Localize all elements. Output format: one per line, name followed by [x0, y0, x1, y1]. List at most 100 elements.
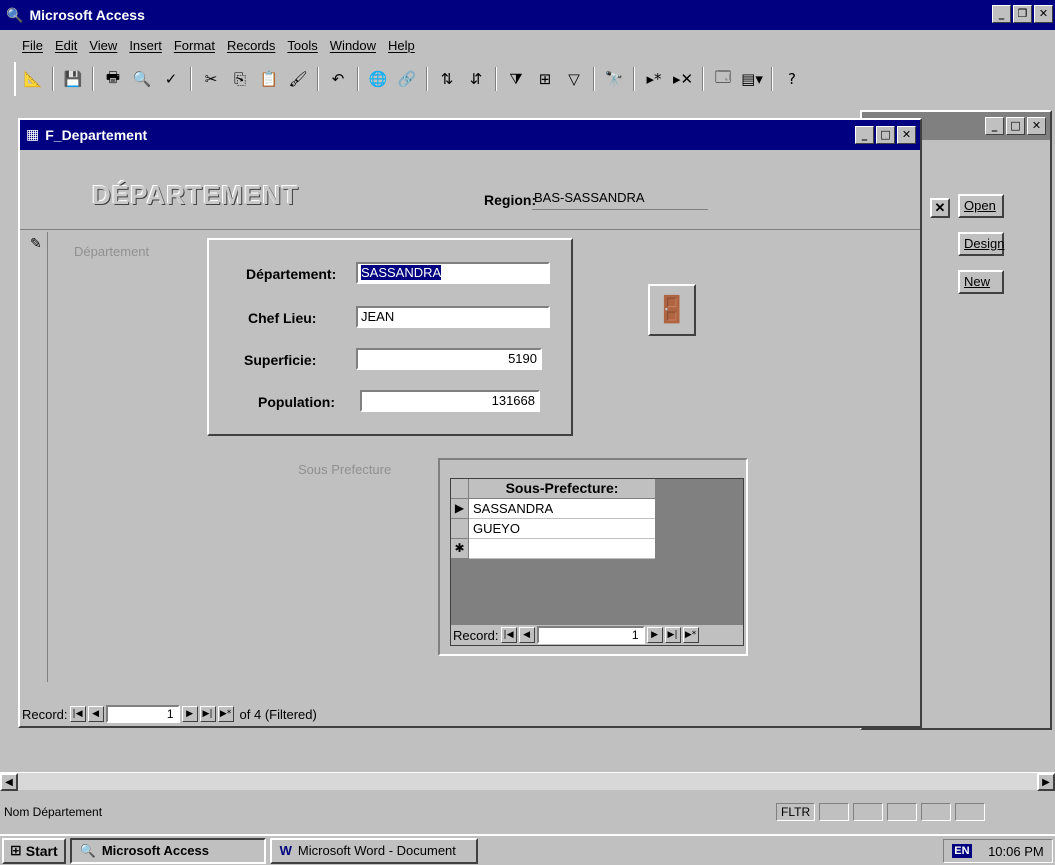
form-titlebar: ▦ F_Departement — [20, 120, 920, 150]
db-close-button[interactable]: ✕ — [1027, 117, 1046, 135]
access-key-icon: 🔍 — [79, 842, 96, 858]
form-record-number[interactable]: 1 — [105, 705, 180, 723]
scroll-right-icon[interactable]: ▶ — [1037, 773, 1055, 791]
superficie-field[interactable]: 5190 — [356, 348, 542, 370]
apply-filter-icon[interactable]: ▽ — [561, 66, 587, 92]
form-header: DÉPARTEMENT Region: BAS-SASSANDRA — [20, 152, 920, 230]
table-row[interactable]: ✱ — [451, 539, 655, 559]
close-button[interactable]: ✕ — [1034, 5, 1053, 23]
new-record-icon[interactable]: ▸* — [641, 66, 667, 92]
table-cell[interactable]: SASSANDRA — [469, 499, 655, 519]
next-record-icon[interactable]: ▶ — [646, 627, 663, 643]
table-row[interactable]: ▶ SASSANDRA — [451, 499, 655, 519]
web-toolbar-icon[interactable]: 🔗 — [394, 66, 420, 92]
chef-lieu-field[interactable]: JEAN — [356, 306, 550, 328]
status-panel — [887, 803, 918, 821]
previous-record-icon[interactable]: ◀ — [87, 706, 104, 722]
paste-icon[interactable]: 📋 — [256, 66, 282, 92]
toolbar-separator — [52, 67, 54, 91]
scroll-left-icon[interactable]: ◀ — [0, 773, 18, 791]
toolbar-separator — [633, 67, 635, 91]
new-record-row-icon: ✱ — [451, 539, 469, 559]
form-minimize-button[interactable]: _ — [855, 126, 874, 144]
view-icon[interactable]: 📐 — [20, 66, 46, 92]
record-selector[interactable] — [24, 232, 48, 682]
database-window-caption-buttons: _ □ ✕ — [985, 117, 1046, 135]
filter-by-form-icon[interactable]: ⊞ — [532, 66, 558, 92]
db-maximize-button[interactable]: □ — [1006, 117, 1025, 135]
toolbar: 📐 💾 🖶 🔍 ✓ ✂ ⎘ 📋 🖌 ↶ 🌐 🔗 ⇅ ⇵ ⧩ ⊞ ▽ 🔭 ▸* ▸… — [14, 62, 844, 96]
help-icon[interactable]: ? — [779, 66, 805, 92]
menu-view[interactable]: View — [89, 38, 117, 53]
exit-door-button[interactable]: 🚪 — [648, 284, 696, 336]
minimize-button[interactable]: _ — [992, 5, 1011, 23]
column-header-sous-prefecture[interactable]: Sous-Prefecture: — [469, 479, 655, 499]
menu-edit[interactable]: Edit — [55, 38, 77, 53]
find-icon[interactable]: 🔭 — [601, 66, 627, 92]
new-button[interactable]: New — [958, 270, 1004, 294]
language-indicator[interactable]: EN — [952, 844, 972, 858]
exit-door-icon: 🚪 — [655, 295, 689, 325]
new-record-nav-icon[interactable]: ▶* — [217, 706, 234, 722]
save-icon[interactable]: 💾 — [60, 66, 86, 92]
first-record-icon[interactable]: |◀ — [500, 627, 517, 643]
database-window-icon[interactable]: 🗔 — [710, 66, 736, 92]
spelling-icon[interactable]: ✓ — [158, 66, 184, 92]
taskbar-access-button[interactable]: 🔍 Microsoft Access — [69, 837, 266, 864]
db-minimize-button[interactable]: _ — [985, 117, 1004, 135]
menu-insert[interactable]: Insert — [129, 38, 162, 53]
menu-records[interactable]: Records — [227, 38, 275, 53]
delete-record-icon[interactable]: ▸✕ — [670, 66, 696, 92]
form-maximize-button[interactable]: □ — [876, 126, 895, 144]
new-record-nav-icon[interactable]: ▶* — [682, 627, 699, 643]
menu-help[interactable]: Help — [388, 38, 415, 53]
subform-record-number[interactable]: 1 — [536, 626, 645, 644]
table-cell[interactable]: GUEYO — [469, 519, 655, 539]
edit-pencil-icon: ✎ — [30, 236, 42, 252]
undo-icon[interactable]: ↶ — [325, 66, 351, 92]
maximize-button[interactable]: ❐ — [1013, 5, 1032, 23]
population-field[interactable]: 131668 — [360, 390, 540, 412]
start-button[interactable]: ⊞ Start — [2, 837, 66, 864]
table-cell[interactable] — [469, 539, 655, 559]
db-delete-icon[interactable]: ✕ — [930, 198, 950, 218]
design-button[interactable]: Design — [958, 232, 1004, 256]
cut-icon[interactable]: ✂ — [198, 66, 224, 92]
next-record-icon[interactable]: ▶ — [181, 706, 198, 722]
status-bar: Nom Département FLTR — [0, 800, 1055, 824]
app-title: Microsoft Access — [29, 7, 145, 23]
form-close-button[interactable]: ✕ — [897, 126, 916, 144]
taskbar-word-button[interactable]: W Microsoft Word - Document — [269, 837, 478, 864]
sort-descending-icon[interactable]: ⇵ — [463, 66, 489, 92]
menu-format[interactable]: Format — [174, 38, 215, 53]
open-button[interactable]: Open — [958, 194, 1004, 218]
departement-field[interactable]: SASSANDRA — [356, 262, 550, 284]
status-panel — [853, 803, 884, 821]
horizontal-scrollbar[interactable]: ◀ ▶ — [0, 772, 1055, 791]
form-icon: ▦ — [26, 127, 40, 143]
last-record-icon[interactable]: ▶| — [664, 627, 681, 643]
insert-hyperlink-icon[interactable]: 🌐 — [365, 66, 391, 92]
table-row[interactable]: GUEYO — [451, 519, 655, 539]
new-object-icon[interactable]: ▤▾ — [739, 66, 765, 92]
filter-by-selection-icon[interactable]: ⧩ — [503, 66, 529, 92]
select-all-corner[interactable] — [451, 479, 469, 499]
previous-record-icon[interactable]: ◀ — [518, 627, 535, 643]
toolbar-separator — [702, 67, 704, 91]
start-label: Start — [25, 842, 58, 859]
copy-icon[interactable]: ⎘ — [227, 66, 253, 92]
menu-window[interactable]: Window — [330, 38, 376, 53]
form-record-navigator: Record: |◀ ◀ 1 ▶ ▶| ▶* of 4 (Filtered) — [22, 704, 762, 724]
print-icon[interactable]: 🖶 — [100, 66, 126, 92]
form-record-label: Record: — [22, 706, 68, 722]
population-label: Population: — [258, 394, 335, 410]
menu-tools[interactable]: Tools — [287, 38, 317, 53]
format-painter-icon[interactable]: 🖌 — [285, 66, 311, 92]
menu-file[interactable]: File — [22, 38, 43, 53]
print-preview-icon[interactable]: 🔍 — [129, 66, 155, 92]
record-count: of 4 (Filtered) — [239, 706, 317, 722]
sous-prefecture-subform: Sous-Prefecture: ▶ SASSANDRA GUEYO ✱ Rec… — [450, 478, 744, 646]
sort-ascending-icon[interactable]: ⇅ — [434, 66, 460, 92]
first-record-icon[interactable]: |◀ — [69, 706, 86, 722]
last-record-icon[interactable]: ▶| — [199, 706, 216, 722]
